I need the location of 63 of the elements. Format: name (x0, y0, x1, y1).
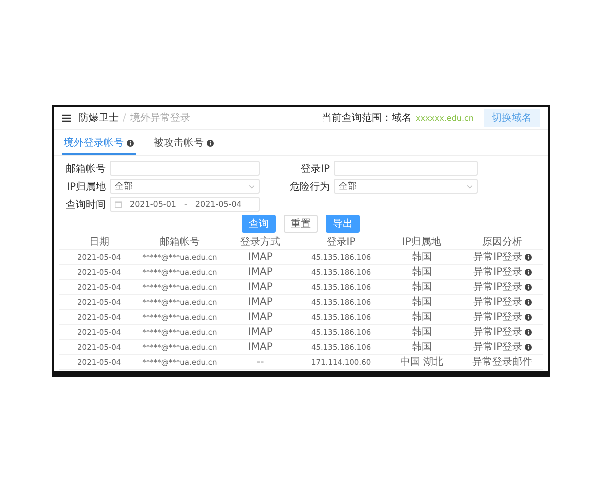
table-cell: 异常IP登录 (462, 250, 543, 264)
column-header: 日期 (59, 235, 140, 250)
chevron-down-icon (467, 184, 473, 190)
info-icon (207, 140, 214, 146)
table-cell: 韩国 (382, 310, 462, 324)
input-field[interactable] (334, 161, 478, 176)
info-icon (524, 344, 532, 351)
info-icon (524, 254, 532, 261)
table-cell: 异常IP登录 (462, 310, 543, 324)
column-header: 原因分析 (462, 235, 543, 250)
domain-text: xxxxxx.edu.cn (416, 114, 474, 122)
info-icon (524, 329, 532, 336)
field-label: 危险行为 (289, 180, 330, 194)
table-cell: 异常IP登录 (462, 324, 543, 340)
table-cell: 韩国 (382, 264, 462, 280)
info-icon (127, 140, 134, 146)
table-cell: IMAP (220, 310, 301, 324)
field-label: 登录IP (300, 162, 330, 176)
table-cell: IMAP (220, 264, 301, 280)
scope-label: 当前查询范围：域名 (322, 112, 412, 125)
input-field[interactable] (110, 161, 260, 176)
field-label: 查询时间 (65, 198, 106, 212)
start-date: 2021-05-01 (130, 200, 176, 209)
table-cell: 异常登录邮件 (462, 354, 543, 370)
info-icon (524, 299, 532, 306)
tab[interactable]: 被攻击帐号 (152, 133, 216, 155)
table-cell: 韩国 (382, 250, 462, 264)
table-cell: 异常IP登录 (462, 280, 543, 294)
info-icon (524, 269, 532, 276)
table-cell: IMAP (220, 340, 301, 354)
end-date: 2021-05-04 (195, 200, 242, 209)
table-cell: 韩国 (382, 294, 462, 310)
date-range-field[interactable]: 2021-05-01 - 2021-05-04 (110, 197, 260, 212)
breadcrumb-item[interactable]: 防爆卫士 (79, 111, 119, 125)
table-cell: 异常IP登录 (462, 340, 543, 354)
table-cell: 异常IP登录 (462, 294, 543, 310)
column-header: 登录方式 (220, 235, 301, 250)
column-header: 登录IP (300, 235, 382, 250)
calendar-icon (115, 201, 122, 208)
table-cell: 异常IP登录 (462, 264, 543, 280)
select-field[interactable]: 全部 (334, 179, 478, 194)
field-label: IP归属地 (66, 180, 106, 194)
range-separator: - (184, 200, 188, 209)
secondary-button[interactable]: 重置 (284, 215, 318, 233)
table-cell: IMAP (220, 280, 301, 294)
column-header: IP归属地 (382, 235, 462, 250)
breadcrumb-separator: / (123, 112, 126, 124)
table-cell: -- (220, 354, 301, 370)
select-field[interactable]: 全部 (110, 179, 260, 194)
table-cell: 韩国 (382, 324, 462, 340)
table-cell: IMAP (220, 294, 301, 310)
table-cell: IMAP (220, 250, 301, 264)
menu-icon[interactable] (62, 114, 71, 122)
column-header: 邮箱帐号 (140, 235, 220, 250)
field-label: 邮箱帐号 (65, 162, 106, 176)
chevron-down-icon (249, 184, 255, 190)
info-icon (524, 284, 532, 291)
table-cell: 韩国 (382, 280, 462, 294)
table-cell: 韩国 (382, 340, 462, 354)
table-cell: IMAP (220, 324, 301, 340)
breadcrumb-item: 境外异常登录 (130, 112, 190, 125)
table-cell: 中国 湖北 (382, 354, 462, 370)
info-icon (524, 314, 532, 321)
